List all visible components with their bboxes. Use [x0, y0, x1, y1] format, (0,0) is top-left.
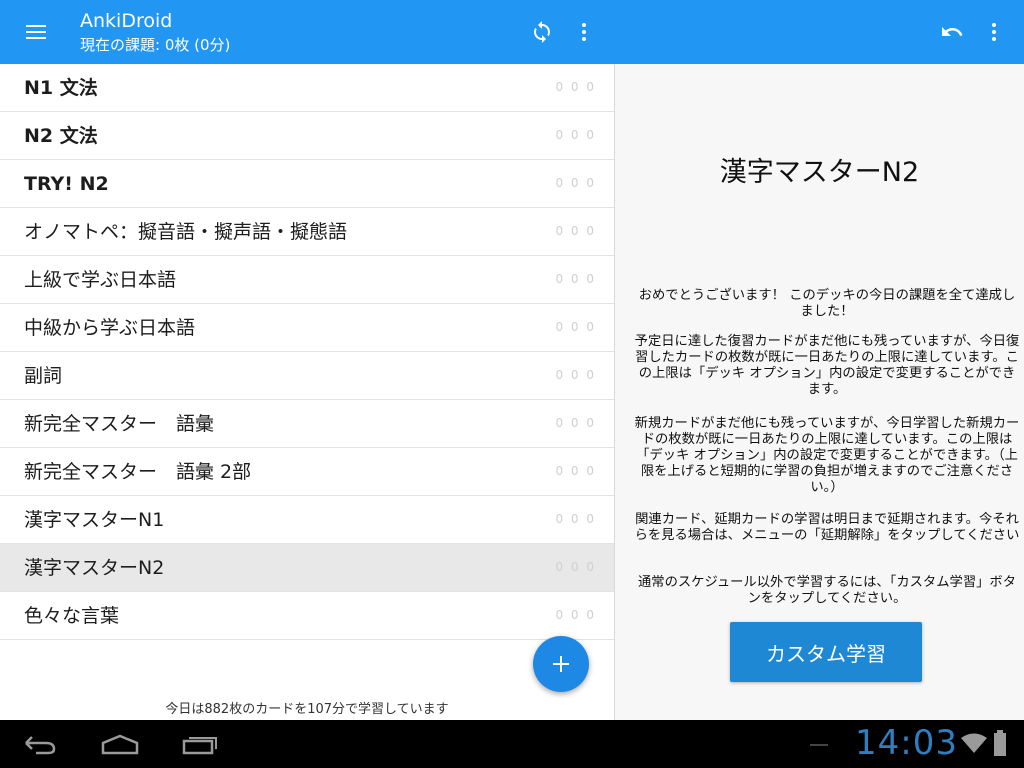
deck-item[interactable]: 副詞 0 0 0	[0, 352, 614, 400]
deck-name: オノマトペ：擬音語・擬声語・擬態語	[24, 221, 348, 243]
deck-detail-pane: 漢字マスターN2 おめでとうございます！ このデッキの今日の課題を全て達成しまし…	[615, 64, 1024, 720]
add-deck-button[interactable]	[533, 636, 589, 692]
deck-counts: 0 0 0	[555, 80, 596, 94]
deck-item[interactable]: オノマトペ：擬音語・擬声語・擬態語 0 0 0	[0, 208, 614, 256]
deck-detail-title: 漢字マスターN2	[719, 157, 920, 188]
deck-counts: 0 0 0	[555, 128, 596, 142]
deck-item[interactable]: 中級から学ぶ日本語 0 0 0	[0, 304, 614, 352]
deck-counts: 0 0 0	[555, 464, 596, 478]
notification-indicator	[810, 744, 828, 746]
back-icon[interactable]	[8, 726, 72, 762]
undo-icon[interactable]	[936, 16, 968, 48]
app-subtitle: 現在の課題: 0枚 (0分)	[80, 36, 231, 54]
deck-name: N2 文法	[24, 125, 98, 147]
sync-icon[interactable]	[526, 16, 558, 48]
deck-name: 漢字マスターN1	[24, 509, 165, 531]
deck-counts: 0 0 0	[555, 176, 596, 190]
home-icon[interactable]	[88, 726, 152, 762]
deck-counts: 0 0 0	[555, 320, 596, 334]
hamburger-menu-icon[interactable]	[20, 20, 52, 44]
deck-counts: 0 0 0	[555, 272, 596, 286]
deck-item[interactable]: 漢字マスターN1 0 0 0	[0, 496, 614, 544]
review-limit-message: 予定日に達した復習カードがまだ他にも残っていますが、今日復習したカードの枚数が既…	[634, 334, 1020, 397]
deck-item[interactable]: 新完全マスター 語彙 0 0 0	[0, 400, 614, 448]
buried-cards-message: 関連カード、延期カードの学習は明日まで延期されます。今それらを見る場合は、メニュ…	[634, 512, 1020, 543]
plus-icon	[553, 656, 569, 672]
deck-name: 漢字マスターN2	[24, 557, 165, 579]
deck-item[interactable]: 新完全マスター 語彙 2部 0 0 0	[0, 448, 614, 496]
deck-list: N1 文法 0 0 0 N2 文法 0 0 0 TRY! N2 0 0 0 オノ…	[0, 64, 614, 720]
deck-name: 中級から学ぶ日本語	[24, 317, 196, 339]
study-summary: 今日は882枚のカードを107分で学習しています	[165, 702, 449, 717]
new-limit-message: 新規カードがまだ他にも残っていますが、今日学習した新規カードの枚数が既に一日あた…	[634, 416, 1020, 495]
deck-name: TRY! N2	[24, 173, 109, 195]
deck-name: 上級で学ぶ日本語	[24, 269, 177, 291]
recents-icon[interactable]	[168, 726, 232, 762]
battery-icon	[993, 730, 1007, 756]
wifi-icon	[960, 732, 988, 754]
deck-counts: 0 0 0	[555, 608, 596, 622]
deck-name: 新完全マスター 語彙 2部	[24, 461, 252, 483]
deck-item[interactable]: N1 文法 0 0 0	[0, 64, 614, 112]
deck-counts: 0 0 0	[555, 512, 596, 526]
custom-study-button[interactable]: カスタム学習	[730, 622, 922, 682]
more-vert-icon[interactable]	[568, 16, 600, 48]
deck-item[interactable]: 上級で学ぶ日本語 0 0 0	[0, 256, 614, 304]
congrats-message: おめでとうございます！ このデッキの今日の課題を全て達成しました！	[638, 288, 1016, 319]
deck-counts: 0 0 0	[555, 224, 596, 238]
custom-study-hint: 通常のスケジュール以外で学習するには、「カスタム学習」ボタンをタップしてください…	[637, 575, 1017, 606]
deck-name: 副詞	[24, 365, 63, 387]
system-nav-bar: 14:03	[0, 720, 1024, 768]
deck-name: N1 文法	[24, 77, 98, 99]
deck-item[interactable]: N2 文法 0 0 0	[0, 112, 614, 160]
deck-item[interactable]: TRY! N2 0 0 0	[0, 160, 614, 208]
deck-name: 色々な言葉	[24, 605, 120, 627]
deck-item[interactable]: 色々な言葉 0 0 0	[0, 592, 614, 640]
deck-counts: 0 0 0	[555, 560, 596, 574]
deck-counts: 0 0 0	[555, 368, 596, 382]
deck-name: 新完全マスター 語彙	[24, 413, 215, 435]
deck-counts: 0 0 0	[555, 416, 596, 430]
deck-item-selected[interactable]: 漢字マスターN2 0 0 0	[0, 544, 614, 592]
app-title: AnkiDroid	[80, 10, 173, 32]
app-bar: AnkiDroid 現在の課題: 0枚 (0分)	[0, 0, 1024, 64]
more-vert-icon[interactable]	[978, 16, 1010, 48]
clock: 14:03	[855, 723, 958, 763]
